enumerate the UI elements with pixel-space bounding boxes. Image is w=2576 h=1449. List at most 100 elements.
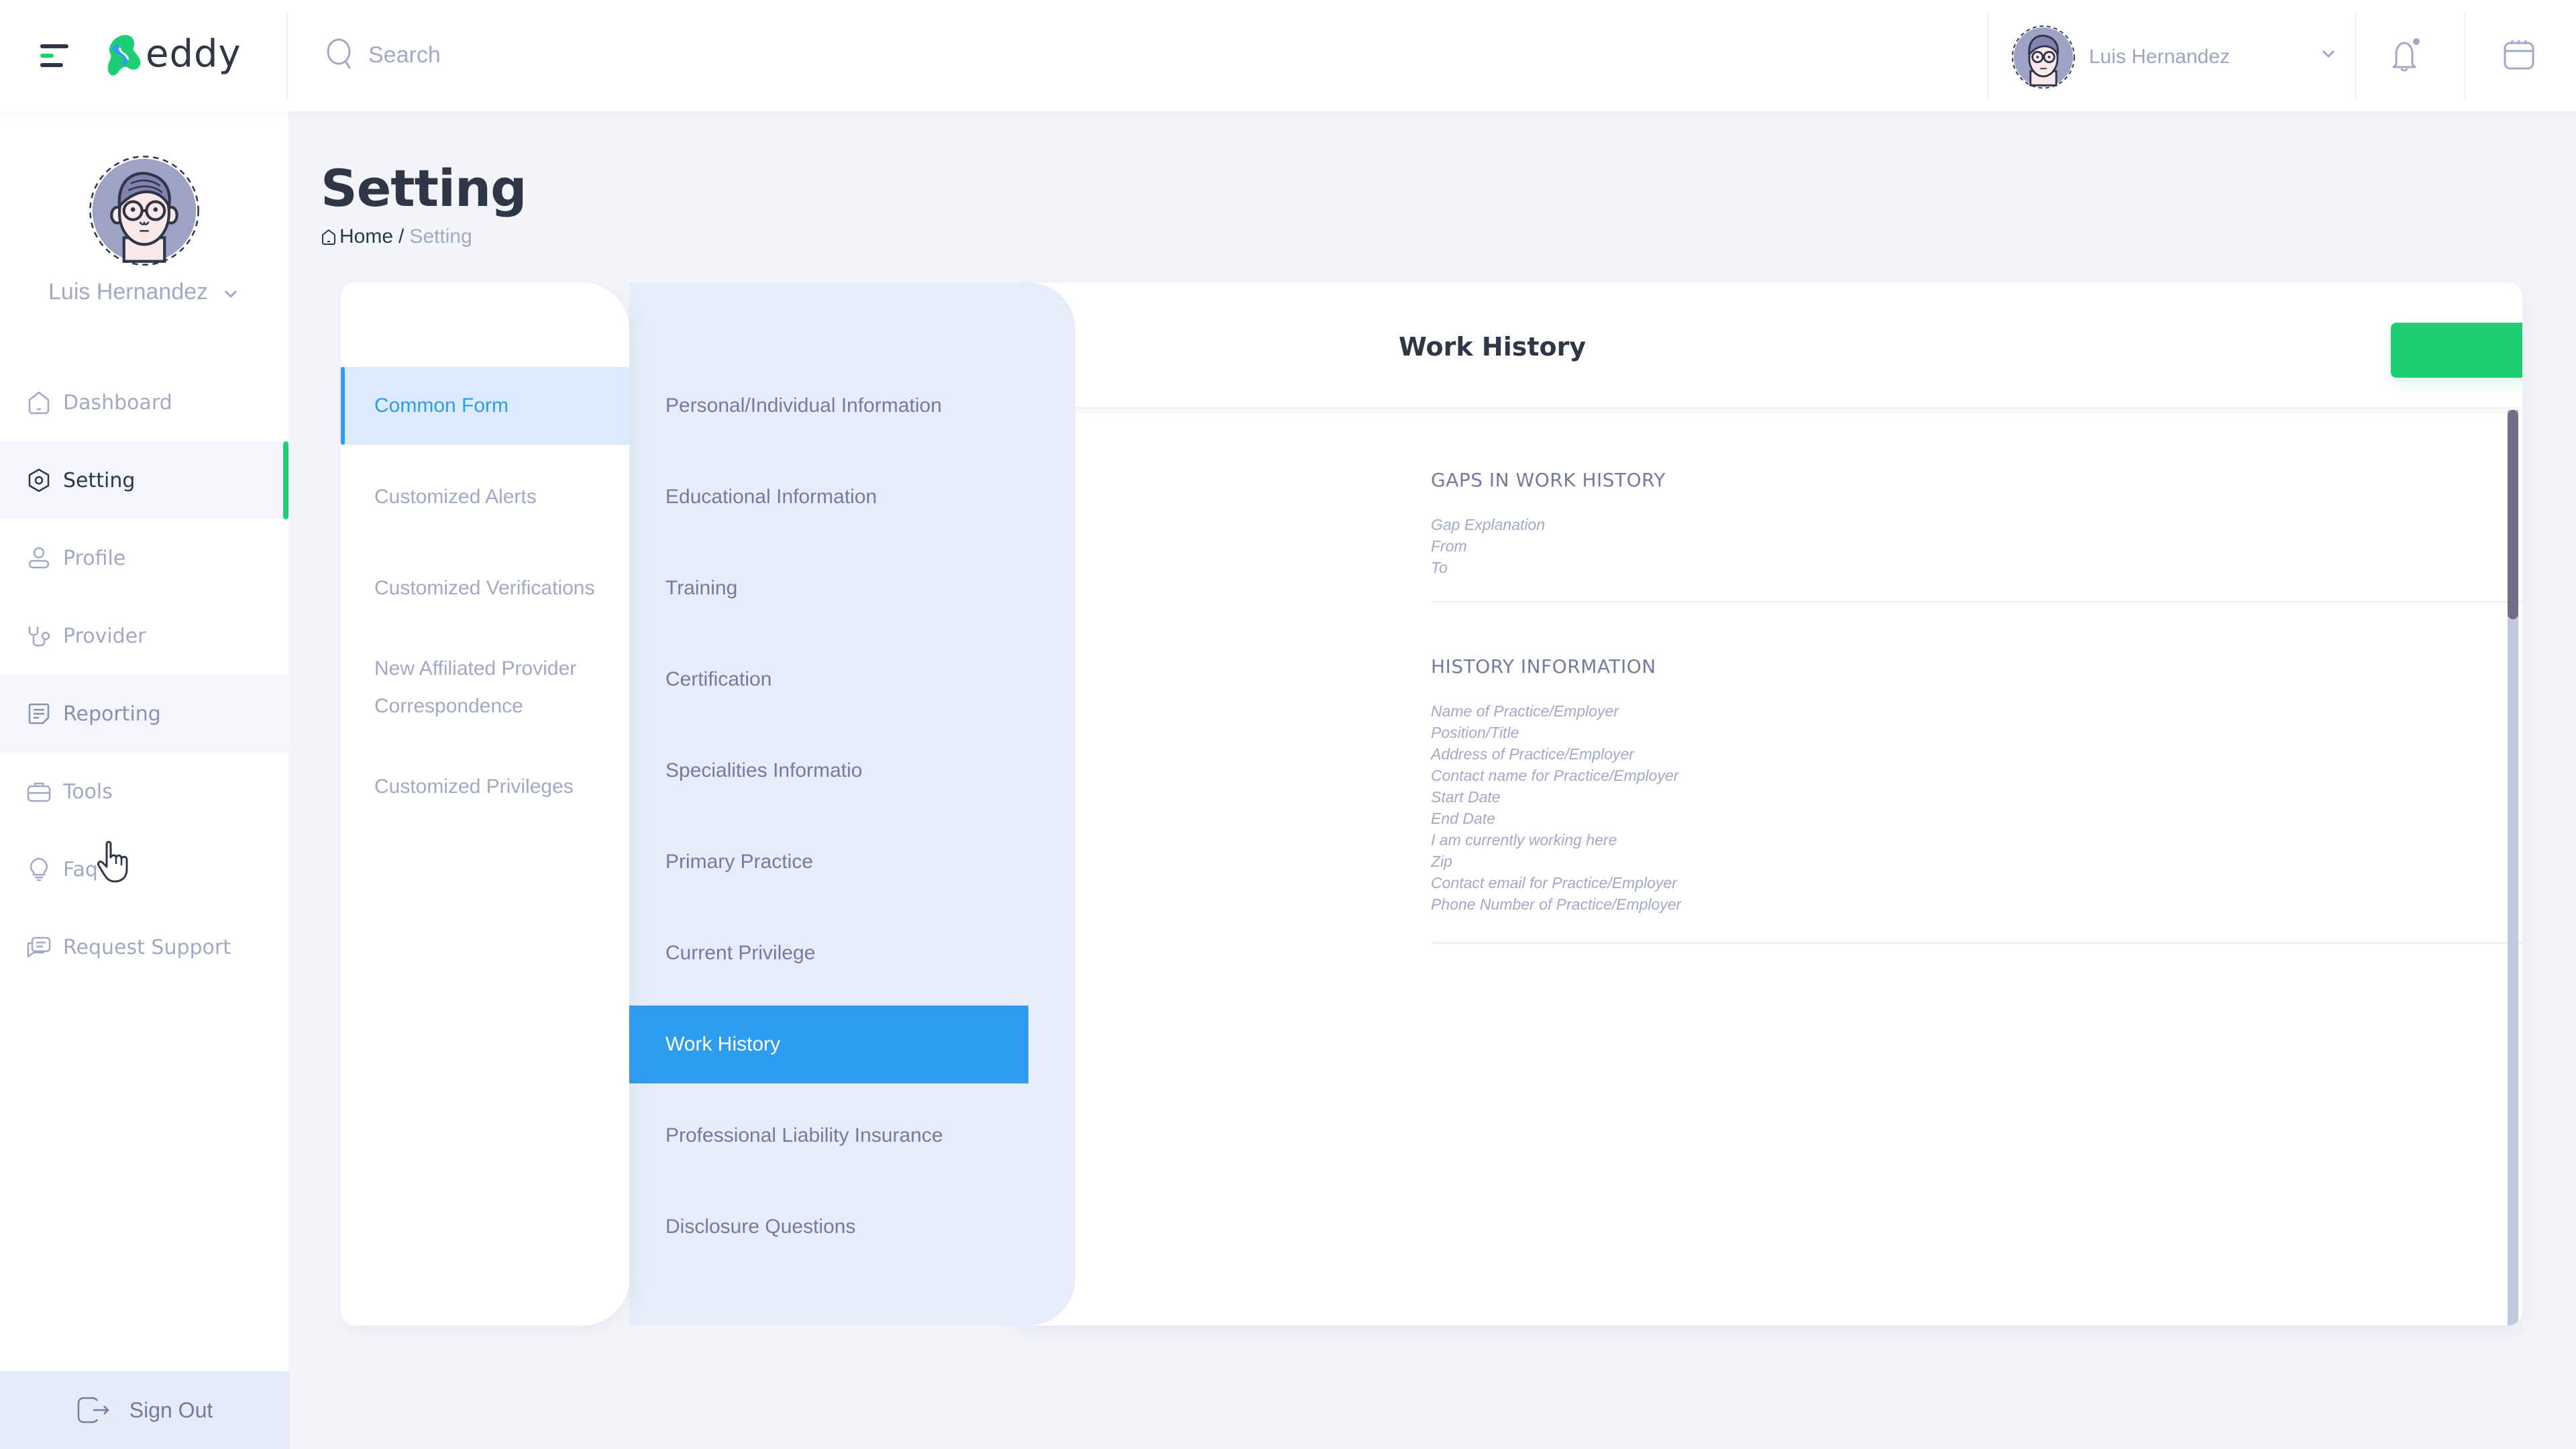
sidebar-nav: Dashboard Setting Profile Provider Repor… [0,364,288,986]
search-icon [327,38,351,69]
category-customized-verifications[interactable]: Customized Verifications [341,549,629,627]
detail-card-body: GAPS IN WORK HISTORY Gap Explanation Fro… [1012,410,2522,1326]
menu-icon-line [40,54,54,58]
chevron-down-icon [2322,50,2335,58]
sidebar-item-label: Provider [63,624,146,648]
sign-out-button[interactable]: Sign Out [0,1371,290,1449]
calendar-icon[interactable] [2502,39,2536,71]
user-icon [28,547,50,569]
detail-card: Work History Save GAPS IN WORK HISTORY G… [1012,282,2522,1326]
section-educational-information[interactable]: Educational Information [629,458,1028,536]
field-label: From [1431,537,1467,555]
sidebar-item-profile[interactable]: Profile [0,519,288,597]
header-divider [286,13,288,98]
field-label: Contact name for Practice/Employer [1431,767,1679,784]
report-icon [28,703,50,724]
field-label: Zip [1431,853,1452,870]
field-label: Phone Number of Practice/Employer [1431,896,1682,913]
field-label: Start Date [1431,788,1501,806]
menu-icon [40,44,68,48]
save-button[interactable]: Save [2391,323,2522,378]
settings-icon [28,468,50,492]
sign-out-label: Sign Out [129,1397,213,1422]
settings-panel: Common Form Customized Alerts Customized… [341,282,2522,1326]
field-label: Address of Practice/Employer [1431,745,1634,763]
header-user-name: Luis Hernandez [2089,46,2231,68]
page-title: Setting [321,158,527,218]
header-divider [1987,13,1988,98]
sidebar-item-dashboard[interactable]: Dashboard [0,364,288,441]
detail-scrollbar[interactable] [2508,410,2518,1326]
category-customized-privileges[interactable]: Customized Privileges [341,748,629,826]
section-training[interactable]: Training [629,549,1028,627]
category-common-form[interactable]: Common Form [341,367,629,445]
sidebar-item-label: Dashboard [63,390,172,415]
breadcrumb-home-link[interactable]: Home [339,225,393,248]
stethoscope-icon [28,627,50,647]
header-divider [2464,13,2465,98]
field-list: Name of Practice/Employer Position/Title… [1431,700,2522,915]
field-label: To [1431,559,1448,576]
settings-category-column: Common Form Customized Alerts Customized… [341,282,629,1326]
search-bar [325,35,771,75]
field-label: Gap Explanation [1431,516,1546,533]
section-personal-information[interactable]: Personal/Individual Information [629,367,1028,445]
group-history-information: HISTORY INFORMATION Name of Practice/Emp… [1431,655,2522,944]
sidebar-item-tools[interactable]: Tools [0,753,288,830]
breadcrumb: Home / Setting [321,225,472,248]
breadcrumb-current: Setting [409,225,472,248]
chat-icon [27,936,51,958]
sidebar-item-label: Tools [63,780,113,804]
menu-icon-line [40,63,63,67]
user-menu-dropdown[interactable]: Luis Hernandez [2011,20,2353,94]
header-divider [2355,13,2356,98]
section-certification[interactable]: Certification [629,641,1028,718]
section-disclosure-questions[interactable]: Disclosure Questions [629,1188,1028,1266]
app-logo[interactable]: eddy [104,32,241,78]
menu-toggle-button[interactable] [40,44,71,67]
group-title: GAPS IN WORK HISTORY [1431,469,1666,491]
sidebar-item-label: Request Support [63,935,231,959]
sidebar-item-label: Profile [63,546,126,570]
bell-icon[interactable] [2385,38,2423,75]
category-customized-alerts[interactable]: Customized Alerts [341,458,629,536]
profile-avatar[interactable] [88,154,201,267]
section-primary-practice[interactable]: Primary Practice [629,823,1028,901]
sidebar: Luis Hernandez Dashboard Setting Profile [0,111,290,1449]
lightbulb-icon [30,857,48,881]
logo-text: eddy [146,32,241,76]
sidebar-item-setting[interactable]: Setting [0,441,288,519]
section-professional-liability-insurance[interactable]: Professional Liability Insurance [629,1097,1028,1175]
group-title: HISTORY INFORMATION [1431,655,1656,678]
detail-title: Work History [1399,332,1587,362]
profile-name: Luis Hernandez [48,279,209,305]
section-specialities-information[interactable]: Specialities Informatio [629,732,1028,810]
section-work-history[interactable]: Work History [629,1006,1028,1083]
field-label: Position/Title [1431,724,1519,741]
sign-out-icon [77,1397,109,1424]
field-label: Name of Practice/Employer [1431,702,1619,720]
category-new-affiliated-provider-correspondence[interactable]: New Affiliated Provider Correspondence [341,641,629,735]
section-current-privilege[interactable]: Current Privilege [629,914,1028,992]
sidebar-item-label: Reporting [63,702,161,726]
sidebar-item-label: Faq [63,857,98,881]
breadcrumb-separator: / [398,225,405,248]
sidebar-item-faq[interactable]: Faq [0,830,288,908]
chevron-down-icon[interactable] [223,288,239,299]
detail-card-header: Work History Save [1012,282,2522,409]
field-list: Gap Explanation From To [1431,514,2522,578]
field-label: Contact email for Practice/Employer [1431,874,1677,892]
search-input[interactable] [368,42,771,68]
sidebar-item-reporting[interactable]: Reporting [0,675,288,753]
group-gaps-in-work-history: GAPS IN WORK HISTORY Gap Explanation Fro… [1431,469,2522,603]
sidebar-item-request-support[interactable]: Request Support [0,908,288,986]
sidebar-item-provider[interactable]: Provider [0,597,288,675]
avatar [2011,25,2076,89]
logo-mark-icon [107,35,141,76]
scrollbar-thumb[interactable] [2508,410,2518,619]
category-list: Common Form Customized Alerts Customized… [341,367,629,839]
field-label: I am currently working here [1431,831,1617,849]
top-header: eddy Luis Hernandez [0,0,2576,111]
briefcase-icon [27,782,51,802]
section-list: Personal/Individual Information Educatio… [629,367,1028,1279]
